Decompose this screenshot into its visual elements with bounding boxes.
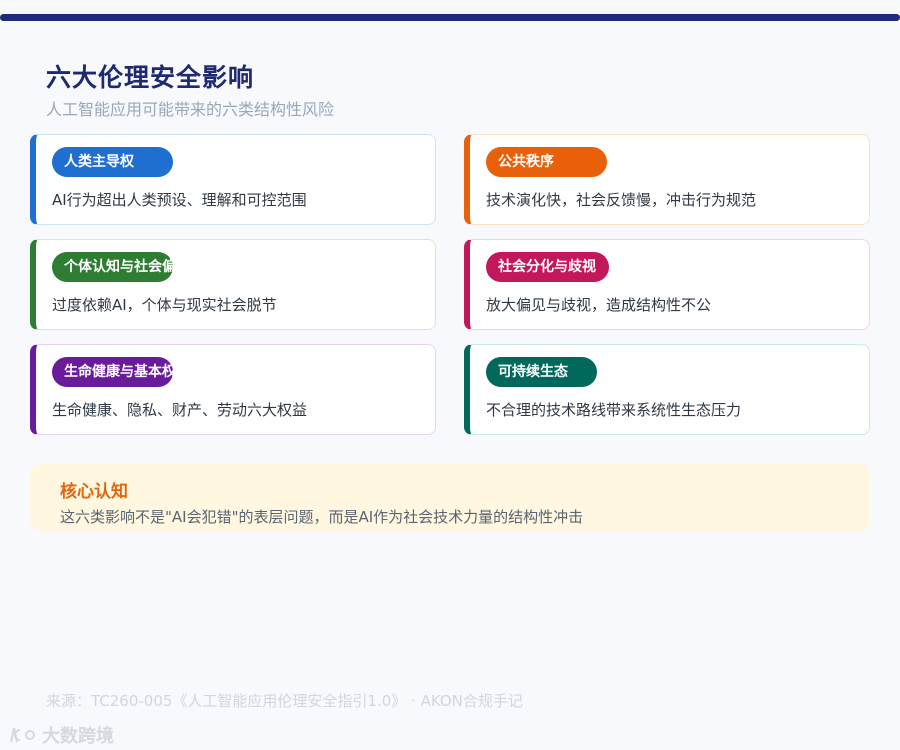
impact-description: 生命健康、隐私、财产、劳动六大权益 xyxy=(52,401,308,419)
impact-card-human-control: 人类主导权 AI行为超出人类预设、理解和可控范围 xyxy=(30,134,436,225)
watermark-logo-icon xyxy=(10,727,36,743)
impact-tag: 人类主导权 xyxy=(52,147,173,177)
impact-description: 放大偏见与歧视，造成结构性不公 xyxy=(486,296,712,314)
top-accent-bar xyxy=(0,14,900,21)
impact-card-sustainable-ecology: 可持续生态 不合理的技术路线带来系统性生态压力 xyxy=(464,344,870,435)
impact-tag: 社会分化与歧视 xyxy=(486,252,609,282)
impact-tag: 公共秩序 xyxy=(486,147,607,177)
impact-tag: 生命健康与基本权 xyxy=(52,357,173,387)
impact-card-social-division: 社会分化与歧视 放大偏见与歧视，造成结构性不公 xyxy=(464,239,870,330)
impact-card-life-health: 生命健康与基本权 生命健康、隐私、财产、劳动六大权益 xyxy=(30,344,436,435)
impact-description: 技术演化快，社会反馈慢，冲击行为规范 xyxy=(486,191,757,209)
core-insight-text: 这六类影响不是"AI会犯错"的表层问题，而是AI作为社会技术力量的结构性冲击 xyxy=(60,508,584,526)
core-insight-box: 核心认知 这六类影响不是"AI会犯错"的表层问题，而是AI作为社会技术力量的结构… xyxy=(30,464,870,531)
watermark: 大数跨境 xyxy=(8,722,114,748)
impact-card-individual-cognition: 个体认知与社会偏 过度依赖AI，个体与现实社会脱节 xyxy=(30,239,436,330)
page-title: 六大伦理安全影响 xyxy=(46,63,255,92)
core-insight-title: 核心认知 xyxy=(60,482,128,502)
page-subtitle: 人工智能应用可能带来的六类结构性风险 xyxy=(46,100,335,119)
source-citation: 来源：TC260-005《人工智能应用伦理安全指引1.0》 · AKON合规手记 xyxy=(46,692,523,710)
impact-description: AI行为超出人类预设、理解和可控范围 xyxy=(52,191,307,209)
impact-tag: 可持续生态 xyxy=(486,357,597,387)
impact-tag: 个体认知与社会偏 xyxy=(52,252,173,282)
impact-description: 过度依赖AI，个体与现实社会脱节 xyxy=(52,296,277,314)
impact-card-public-order: 公共秩序 技术演化快，社会反馈慢，冲击行为规范 xyxy=(464,134,870,225)
watermark-text: 大数跨境 xyxy=(42,726,114,747)
impact-description: 不合理的技术路线带来系统性生态压力 xyxy=(486,401,742,419)
